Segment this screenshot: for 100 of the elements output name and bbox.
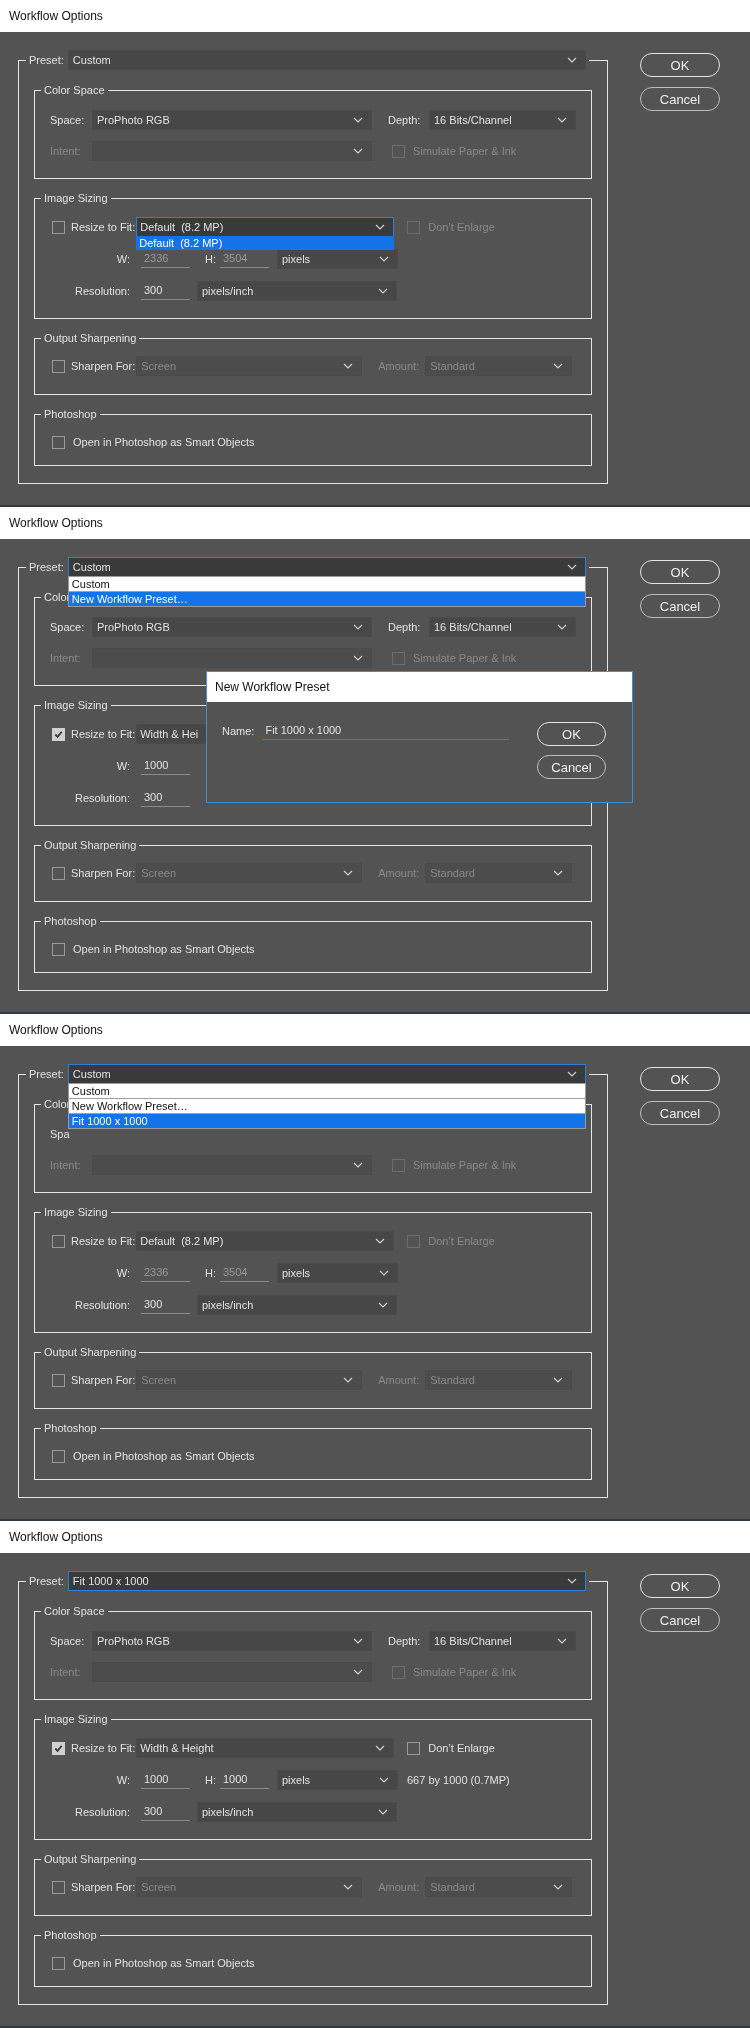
- dropdown[interactable]: ProPhoto RGB: [92, 1631, 372, 1651]
- dropdown[interactable]: pixels/inch: [197, 1295, 397, 1315]
- checkbox[interactable]: [52, 435, 65, 449]
- chevron-icon: [566, 1578, 577, 1584]
- input-field[interactable]: 1000: [220, 1771, 269, 1789]
- dropdown[interactable]: Default (8.2 MP): [136, 1231, 395, 1251]
- dropdown[interactable]: 16 Bits/Channel: [429, 617, 576, 637]
- field-label: Name:: [222, 725, 255, 737]
- cancel-button[interactable]: Cancel: [640, 594, 720, 618]
- chevron-icon: [557, 624, 567, 630]
- chevron-icon: [566, 57, 577, 63]
- chevron-icon: [353, 1638, 363, 1644]
- checkbox[interactable]: [52, 220, 65, 234]
- chevron-icon: [379, 1777, 389, 1783]
- size-info: 667 by 1000 (0.7MP): [407, 1774, 510, 1786]
- field-label: Preset:: [29, 1068, 64, 1080]
- checkbox-label: Sharpen For:: [71, 867, 136, 879]
- chevron-icon: [353, 117, 363, 123]
- checkbox-label: Sharpen For:: [71, 1881, 136, 1893]
- ok-button[interactable]: OK: [537, 722, 606, 746]
- group-title: Photoshop: [44, 915, 97, 927]
- chevron-icon: [353, 1669, 363, 1675]
- field-label: H:: [204, 1267, 216, 1279]
- field-label: Resolution:: [73, 1806, 130, 1818]
- dropdown[interactable]: Width & Height: [136, 1738, 395, 1758]
- dropdown[interactable]: 16 Bits/Channel: [429, 1631, 576, 1651]
- chevron-icon: [553, 1884, 564, 1890]
- checkbox[interactable]: [52, 1234, 65, 1248]
- field-label: H:: [204, 253, 216, 265]
- field-label: Depth:: [388, 621, 422, 633]
- menu-item[interactable]: New Workflow Preset…: [68, 592, 585, 606]
- dropdown[interactable]: pixels: [277, 1263, 398, 1283]
- chevron-icon: [375, 1745, 386, 1751]
- chevron-icon: [557, 1638, 567, 1644]
- chevron-icon: [343, 1884, 354, 1890]
- checkbox-label: Resize to Fit:: [71, 1742, 136, 1754]
- cancel-button[interactable]: Cancel: [537, 755, 606, 779]
- chevron-icon: [353, 655, 363, 661]
- input-field[interactable]: 1000: [141, 757, 190, 775]
- dropdown[interactable]: Fit 1000 x 1000: [67, 1571, 586, 1591]
- cancel-button[interactable]: Cancel: [640, 1101, 720, 1125]
- checkbox[interactable]: [52, 359, 65, 373]
- dropdown[interactable]: pixels/inch: [197, 281, 397, 301]
- ok-button[interactable]: OK: [640, 1574, 720, 1598]
- chevron-icon: [353, 148, 363, 154]
- menu-item[interactable]: Custom: [68, 1084, 585, 1098]
- group-title: Output Sharpening: [44, 332, 137, 344]
- checkbox[interactable]: [52, 942, 65, 956]
- checkbox[interactable]: [52, 1880, 65, 1894]
- dropdown[interactable]: pixels: [277, 1770, 398, 1790]
- checkbox-label: Resize to Fit:: [71, 728, 136, 740]
- checkbox[interactable]: [52, 1956, 65, 1970]
- dropdown[interactable]: ProPhoto RGB: [92, 110, 372, 130]
- field-label: Depth:: [388, 1635, 422, 1647]
- chevron-icon: [566, 1071, 577, 1077]
- chevron-icon: [375, 224, 386, 230]
- chevron-icon: [566, 564, 577, 570]
- chevron-icon: [379, 256, 389, 262]
- window-title: Workflow Options: [9, 9, 103, 23]
- ok-button[interactable]: OK: [640, 1067, 720, 1091]
- dropdown[interactable]: pixels: [277, 249, 398, 269]
- ok-button[interactable]: OK: [640, 53, 720, 77]
- field-label: W:: [115, 1267, 130, 1279]
- field-label: Resolution:: [73, 285, 130, 297]
- group-title: Photoshop: [44, 1929, 97, 1941]
- checkbox[interactable]: [52, 1449, 65, 1463]
- input-field[interactable]: 300: [141, 1296, 190, 1314]
- ok-button[interactable]: OK: [640, 560, 720, 584]
- checkbox[interactable]: [407, 1741, 421, 1755]
- menu-item[interactable]: Custom: [68, 577, 585, 591]
- checkbox-label: Open in Photoshop as Smart Objects: [73, 1957, 255, 1969]
- dropdown[interactable]: pixels/inch: [197, 1802, 397, 1822]
- group-title: Image Sizing: [44, 1713, 108, 1725]
- input-field[interactable]: 300: [141, 1803, 190, 1821]
- group-title: Image Sizing: [44, 192, 108, 204]
- checkbox-label: Resize to Fit:: [71, 221, 136, 233]
- field-label: Space:: [50, 114, 86, 126]
- chevron-icon: [378, 1302, 388, 1308]
- input-field[interactable]: 1000: [141, 1771, 190, 1789]
- chevron-icon: [343, 1377, 354, 1383]
- input-field[interactable]: 300: [141, 789, 190, 807]
- field-label: Resolution:: [73, 792, 130, 804]
- checkbox[interactable]: [52, 1373, 65, 1387]
- input-field[interactable]: 300: [141, 282, 190, 300]
- checkbox-label: Resize to Fit:: [71, 1235, 136, 1247]
- dropdown[interactable]: 16 Bits/Channel: [429, 110, 576, 130]
- group-title: Color Space: [44, 1605, 105, 1617]
- checkbox[interactable]: [52, 866, 65, 880]
- group-title: Image Sizing: [44, 699, 108, 711]
- window-title: Workflow Options: [9, 1530, 103, 1544]
- field-label: Preset:: [29, 561, 64, 573]
- dropdown[interactable]: ProPhoto RGB: [92, 617, 372, 637]
- cancel-button[interactable]: Cancel: [640, 87, 720, 111]
- field-label: Spa: [50, 1128, 71, 1140]
- chevron-icon: [553, 870, 564, 876]
- window-title: Workflow Options: [9, 516, 103, 530]
- input-field[interactable]: Fit 1000 x 1000: [262, 722, 510, 740]
- cancel-button[interactable]: Cancel: [640, 1608, 720, 1632]
- dropdown[interactable]: Custom: [67, 50, 586, 70]
- chevron-icon: [343, 363, 354, 369]
